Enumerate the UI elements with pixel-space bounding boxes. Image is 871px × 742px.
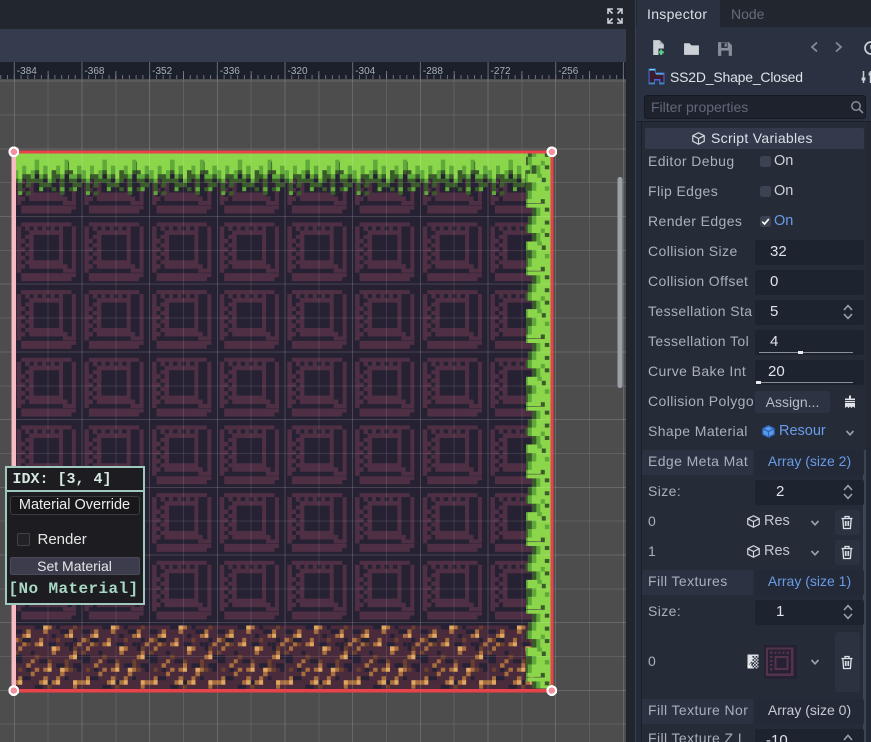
svg-text:-288: -288	[423, 66, 443, 77]
svg-text:-304: -304	[355, 66, 375, 77]
svg-text:-272: -272	[491, 66, 511, 77]
svg-text:-320: -320	[288, 66, 308, 77]
svg-text:-256: -256	[558, 66, 578, 77]
svg-text:-384: -384	[17, 66, 37, 77]
svg-text:-368: -368	[84, 66, 104, 77]
svg-text:-352: -352	[152, 66, 172, 77]
svg-text:-336: -336	[220, 66, 240, 77]
